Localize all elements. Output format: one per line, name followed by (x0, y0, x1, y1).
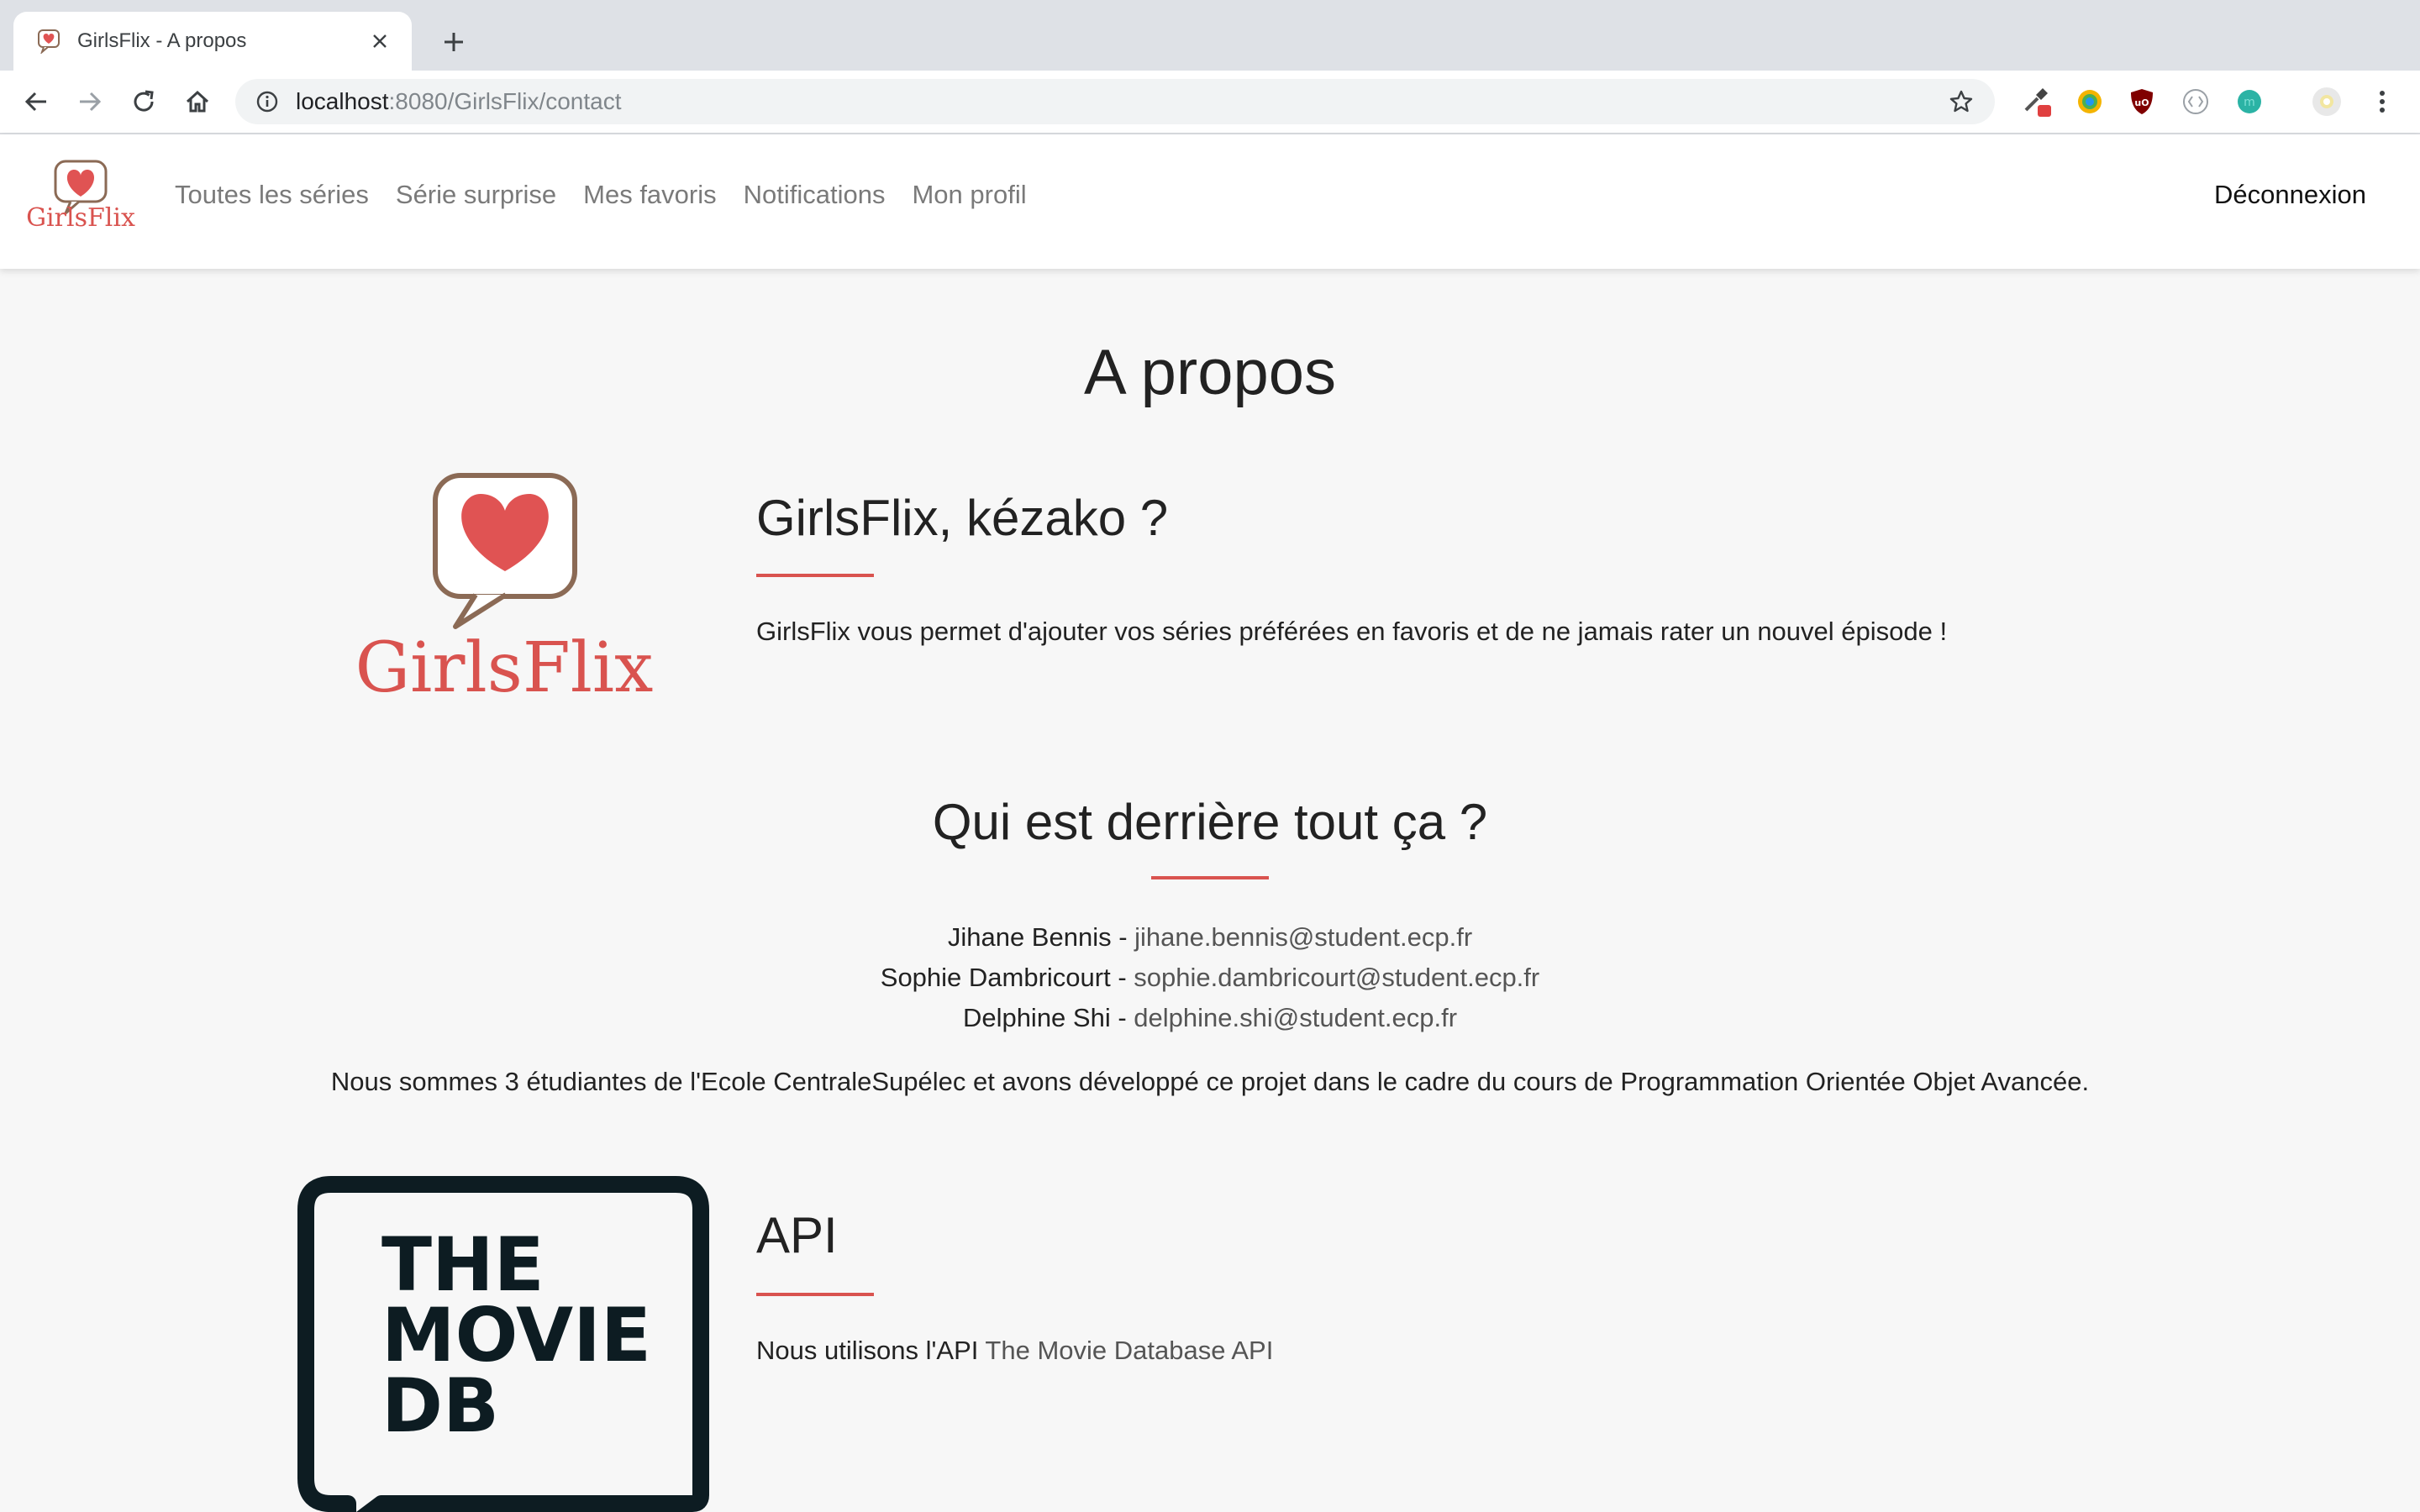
member-name: Jihane Bennis (947, 922, 1112, 952)
url-path: :8080/GirlsFlix/contact (388, 88, 622, 114)
nav-link-favorites[interactable]: Mes favoris (583, 180, 716, 210)
team-list: Jihane Bennis - jihane.bennis@student.ec… (0, 917, 2420, 1038)
team-heading: Qui est derrière tout ça ? (932, 794, 1488, 850)
color-picker-extension-icon[interactable] (2072, 84, 2107, 119)
site-navbar: GirlsFlix Toutes les séries Série surpri… (0, 134, 2420, 269)
team-description: Nous sommes 3 étudiantes de l'Ecole Cent… (330, 1067, 2090, 1096)
code-extension-icon[interactable] (2178, 84, 2213, 119)
browser-tabstrip: GirlsFlix - A propos (0, 0, 2420, 71)
url-text: localhost:8080/GirlsFlix/contact (296, 88, 1944, 115)
page-title: A propos (1084, 337, 1336, 408)
logo-big-text: GirlsFlix (355, 628, 654, 708)
tab-close-icon[interactable] (363, 24, 397, 58)
tmdb-api-link[interactable]: The Movie Database API (985, 1336, 1273, 1365)
eyedropper-extension-icon[interactable] (2018, 84, 2054, 119)
girlsflix-favicon-icon (34, 26, 64, 56)
svg-text:uO: uO (2134, 97, 2149, 108)
tmdb-logo-line: DB (381, 1362, 499, 1449)
nav-links: Toutes les séries Série surprise Mes fav… (175, 180, 1054, 210)
url-host: localhost (296, 88, 389, 114)
site-info-icon[interactable] (254, 88, 281, 115)
logout-link[interactable]: Déconnexion (2214, 180, 2366, 210)
brand-name: GirlsFlix (26, 203, 135, 233)
browser-tab[interactable]: GirlsFlix - A propos (13, 12, 412, 71)
reload-icon[interactable] (124, 82, 163, 121)
member-name: Sophie Dambricourt (880, 963, 1111, 992)
brand-logo[interactable]: GirlsFlix (24, 158, 138, 250)
member-name: Delphine Shi (962, 1003, 1111, 1032)
teal-extension-icon[interactable]: m (2232, 84, 2267, 119)
team-member: Jihane Bennis - jihane.bennis@student.ec… (0, 917, 2420, 958)
tmdb-logo: THE MOVIE DB (297, 1176, 709, 1512)
new-tab-plus-icon[interactable] (435, 24, 472, 60)
back-arrow-icon[interactable] (17, 82, 55, 121)
svg-text:m: m (2244, 96, 2255, 109)
member-separator: - (1110, 1003, 1134, 1032)
about-text: GirlsFlix vous permet d'ajouter vos séri… (756, 617, 1948, 646)
nav-link-surprise-series[interactable]: Série surprise (396, 180, 556, 210)
api-text: Nous utilisons l'API The Movie Database … (756, 1336, 1273, 1366)
home-icon[interactable] (178, 82, 217, 121)
member-email[interactable]: sophie.dambricourt@student.ecp.fr (1134, 963, 1539, 992)
ublock-shield-icon[interactable]: uO (2124, 84, 2160, 119)
bookmark-star-icon[interactable] (1944, 85, 1978, 118)
team-heading-underline (1151, 876, 1269, 879)
member-email[interactable]: delphine.shi@student.ecp.fr (1134, 1003, 1457, 1032)
team-member: Sophie Dambricourt - sophie.dambricourt@… (0, 958, 2420, 998)
nav-link-all-series[interactable]: Toutes les séries (175, 180, 369, 210)
api-heading-underline (756, 1293, 874, 1296)
about-heading: GirlsFlix, kézako ? (756, 490, 1169, 546)
nav-link-notifications[interactable]: Notifications (744, 180, 886, 210)
member-separator: - (1111, 922, 1135, 952)
more-menu-icon[interactable] (2365, 84, 2400, 119)
browser-toolbar: localhost:8080/GirlsFlix/contact uO m (0, 71, 2420, 134)
nav-link-profile[interactable]: Mon profil (912, 180, 1026, 210)
about-heading-underline (756, 574, 874, 577)
member-email[interactable]: jihane.bennis@student.ecp.fr (1134, 922, 1472, 952)
member-separator: - (1110, 963, 1134, 992)
forward-arrow-icon[interactable] (71, 82, 109, 121)
api-heading: API (756, 1207, 838, 1263)
team-member: Delphine Shi - delphine.shi@student.ecp.… (0, 998, 2420, 1038)
address-bar[interactable]: localhost:8080/GirlsFlix/contact (235, 79, 1995, 124)
profile-avatar-icon[interactable] (2309, 84, 2344, 119)
tab-title: GirlsFlix - A propos (77, 29, 247, 52)
api-text-prefix: Nous utilisons l'API (756, 1336, 986, 1365)
